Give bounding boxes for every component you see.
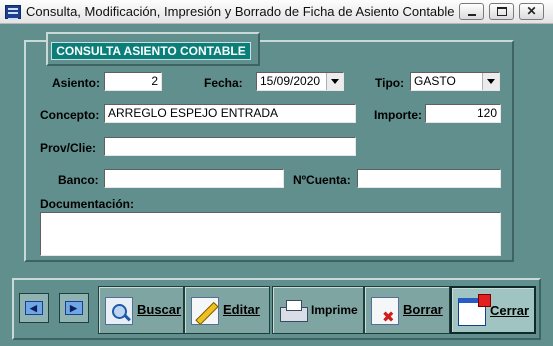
ncuenta-label: NºCuenta: [293,173,351,187]
arrow-left-icon: ◀ [25,301,43,315]
arrow-right-icon: ▶ [65,301,83,315]
borrar-button[interactable]: Borrar [364,286,450,334]
previous-record-button[interactable]: ◀ [19,293,49,323]
cerrar-label: Cerrar [490,303,530,318]
importe-label: Importe: [374,108,422,122]
imprime-label: Imprime [311,303,358,317]
window-title: Consulta, Modificación, Impresión y Borr… [26,4,455,19]
documentacion-label: Documentación: [40,197,135,211]
close-window-icon [458,294,491,326]
concepto-label: Concepto: [40,108,100,122]
delete-icon [371,297,399,326]
printer-icon [279,297,308,325]
importe-field[interactable]: 120 [425,104,501,123]
form-header-badge: CONSULTA ASIENTO CONTABLE [51,42,251,60]
borrar-label: Borrar [403,302,443,317]
chevron-down-icon[interactable] [326,73,343,90]
prov-clie-field[interactable] [104,137,356,156]
minimize-icon [468,14,476,16]
documentacion-textarea[interactable] [40,212,501,256]
pencil-icon [191,297,219,325]
minimize-button[interactable] [459,3,484,20]
asiento-field[interactable]: 2 [104,72,162,91]
concepto-field[interactable]: ARREGLO ESPEJO ENTRADA [104,104,356,123]
maximize-button[interactable] [489,3,514,20]
maximize-icon [497,7,507,16]
close-icon: ✕ [526,4,537,18]
editar-button[interactable]: Editar [184,286,270,334]
asiento-label: Asiento: [52,76,100,90]
app-window: Consulta, Modificación, Impresión y Borr… [0,0,553,346]
editar-label: Editar [223,302,260,317]
tipo-dropdown[interactable]: GASTO [410,72,500,91]
banco-field[interactable] [104,169,284,188]
tipo-label: Tipo: [375,76,405,90]
app-icon[interactable] [5,5,21,20]
fecha-value: 15/09/2020 [260,74,321,88]
tipo-value: GASTO [414,74,456,88]
fecha-label: Fecha: [204,76,243,90]
buscar-button[interactable]: Buscar [98,286,184,334]
close-window-button[interactable]: ✕ [519,3,544,20]
next-record-button[interactable]: ▶ [59,293,89,323]
search-icon [105,297,133,325]
banco-label: Banco: [58,173,99,187]
buscar-label: Buscar [137,302,182,317]
imprime-button[interactable]: Imprime [272,286,364,334]
fecha-dropdown[interactable]: 15/09/2020 [256,72,344,91]
chevron-down-icon[interactable] [482,73,499,90]
ncuenta-field[interactable] [357,169,501,188]
cerrar-button[interactable]: Cerrar [450,286,536,334]
prov-clie-label: Prov/Clie: [40,141,97,155]
title-bar[interactable]: Consulta, Modificación, Impresión y Borr… [0,0,553,24]
